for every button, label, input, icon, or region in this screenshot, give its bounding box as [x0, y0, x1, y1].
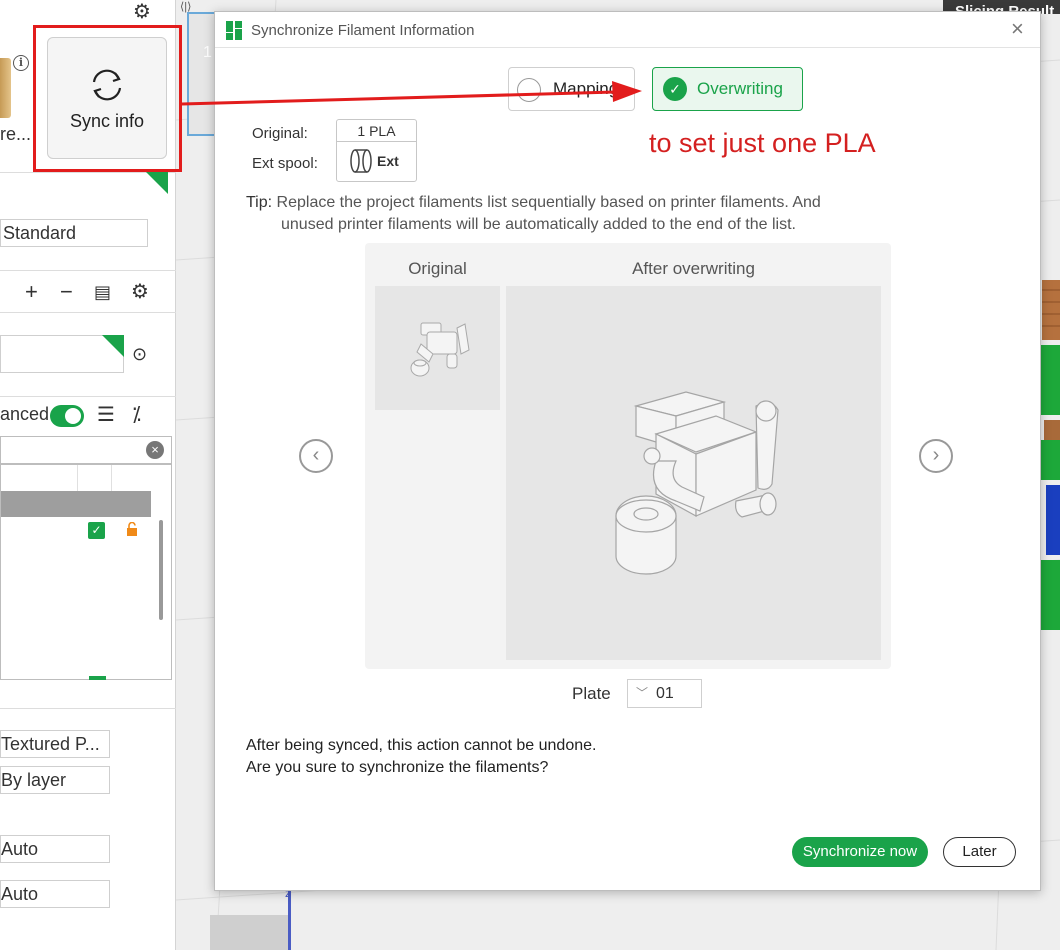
tip-label: Tip: — [246, 194, 273, 211]
sidebar: ⚙ i re... Sync info Standard + − ▤ ⚙ ⊙ a… — [0, 0, 182, 950]
column-divider — [77, 465, 78, 491]
warning-text: After being synced, this action cannot b… — [246, 735, 596, 779]
model-icon-small — [410, 322, 470, 377]
plate-label: Plate — [572, 684, 611, 703]
quality-preset-combo[interactable]: Standard — [0, 219, 148, 247]
checkbox-icon[interactable]: ✓ — [88, 522, 105, 539]
mapping-option[interactable]: Mapping — [508, 67, 635, 111]
wall-sequence-combo[interactable]: By layer — [0, 766, 110, 794]
original-header: Original — [408, 259, 467, 278]
after-overwriting-preview — [506, 286, 881, 660]
radio-icon — [517, 78, 541, 102]
warning-line-1: After being synced, this action cannot b… — [246, 737, 597, 754]
next-plate-button[interactable]: › — [919, 439, 953, 473]
tree-row-selected[interactable] — [1, 491, 151, 517]
floor-block — [210, 915, 290, 950]
original-model-thumbnail — [375, 286, 500, 410]
modified-indicator — [102, 335, 124, 357]
modified-indicator — [146, 172, 168, 194]
spool-icon — [350, 149, 372, 173]
previous-plate-button[interactable]: ‹ — [299, 439, 333, 473]
synchronize-now-button[interactable]: Synchronize now — [792, 837, 928, 867]
plate-value: 01 — [656, 685, 674, 702]
printer-preset-name: re... — [0, 124, 32, 144]
auto-field-2[interactable]: Auto — [0, 880, 110, 908]
compare-icon[interactable]: ⁒ — [132, 404, 141, 426]
plate-thumbnail[interactable]: 1 — [187, 12, 217, 136]
annotation-highlight-box — [33, 25, 182, 172]
chevron-down-icon: ﹀ — [636, 686, 649, 700]
mapping-label: Mapping — [553, 79, 619, 98]
tip-text: Tip: Replace the project filaments list … — [246, 192, 936, 236]
row-indicator — [89, 676, 106, 680]
model-icon-large — [615, 391, 779, 575]
original-label: Original: — [252, 125, 308, 142]
info-icon[interactable]: i — [13, 55, 29, 71]
filament-mapping-box: 1 PLA Ext — [336, 119, 417, 182]
dialog-title: Synchronize Filament Information — [251, 22, 475, 39]
dialog-titlebar: Synchronize Filament Information × — [215, 12, 1040, 48]
check-circle-icon: ✓ — [663, 77, 687, 101]
add-icon[interactable]: + — [25, 281, 38, 303]
divider — [0, 270, 176, 271]
gear-icon[interactable]: ⚙ — [133, 2, 151, 22]
auto-field-1[interactable]: Auto — [0, 835, 110, 863]
annotation-text: to set just one PLA — [649, 128, 876, 158]
settings-tree[interactable]: ✓ — [0, 464, 172, 680]
warning-line-2: Are you sure to synchronize the filament… — [246, 759, 549, 776]
model-preview-partial — [1040, 280, 1060, 630]
tip-line-2: unused printer filaments will be automat… — [281, 216, 796, 233]
divider — [0, 708, 176, 709]
remove-icon[interactable]: − — [60, 281, 73, 303]
tip-line-1: Replace the project filaments list seque… — [276, 194, 821, 211]
column-divider — [111, 465, 112, 491]
more-options-icon[interactable]: ⊙ — [132, 343, 147, 365]
filament-name: 1 PLA — [337, 120, 416, 142]
clear-search-icon[interactable]: × — [146, 441, 164, 459]
plate-type-combo[interactable]: Textured P... — [0, 730, 110, 758]
plate-number: 1 — [203, 44, 212, 61]
divider — [0, 396, 176, 397]
advanced-toggle[interactable] — [50, 405, 84, 427]
bambu-logo-icon — [226, 21, 242, 40]
close-icon[interactable]: × — [1011, 18, 1024, 40]
settings-gear-icon[interactable]: ⚙ — [131, 281, 149, 303]
list-icon[interactable]: ☰ — [97, 404, 115, 426]
sync-filament-dialog: Synchronize Filament Information × Mappi… — [214, 11, 1041, 891]
overwriting-option[interactable]: ✓ Overwriting — [652, 67, 803, 111]
ext-spool-label: Ext spool: — [252, 155, 318, 172]
advanced-label: anced — [0, 404, 50, 424]
later-button[interactable]: Later — [943, 837, 1016, 867]
overwriting-label: Overwriting — [697, 79, 783, 98]
ext-spool-name: Ext — [377, 153, 399, 169]
plate-select[interactable]: ﹀ 01 — [627, 679, 702, 708]
unlock-icon[interactable] — [126, 522, 138, 536]
after-header: After overwriting — [632, 259, 755, 278]
plate-settings-icon[interactable]: ▤ — [94, 281, 111, 303]
scrollbar[interactable] — [159, 520, 163, 620]
filament-spool-thumbnail[interactable] — [0, 58, 11, 118]
preview-panel: Original After overwriting — [365, 243, 891, 669]
divider — [0, 312, 176, 313]
